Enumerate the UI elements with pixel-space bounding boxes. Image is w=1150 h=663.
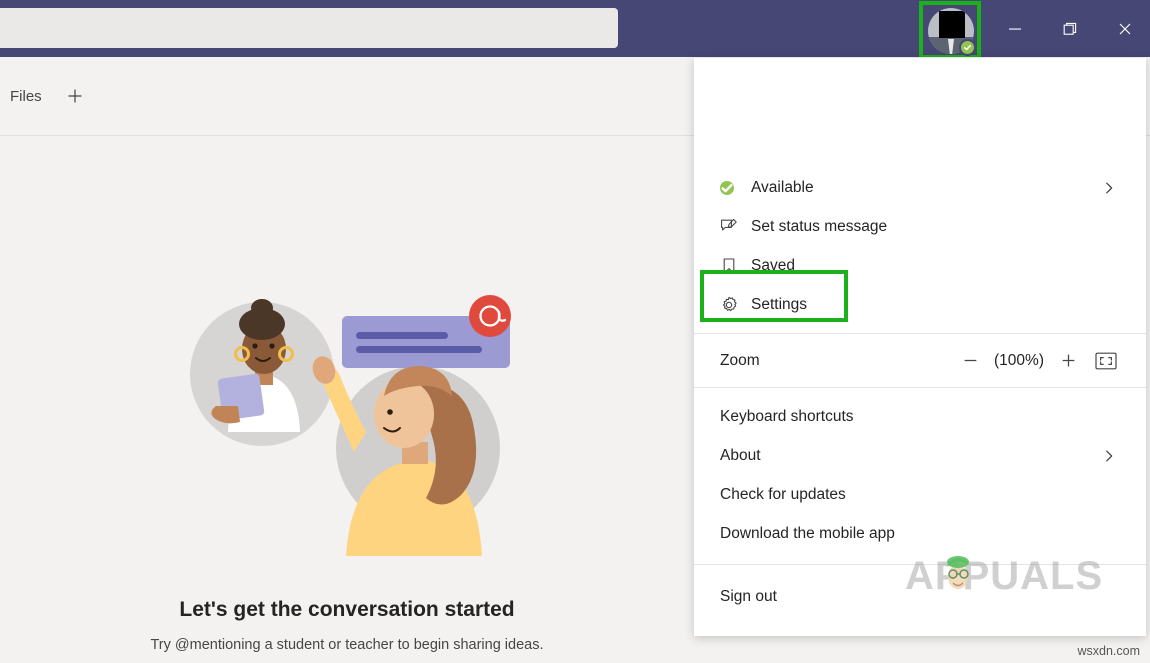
menu-item-label: Settings [751, 296, 807, 314]
avatar-redaction [939, 11, 965, 38]
fullscreen-icon [1095, 352, 1117, 370]
zoom-controls: (100%) [952, 346, 1126, 376]
chevron-right-icon [1102, 181, 1116, 195]
add-tab-button[interactable] [64, 85, 86, 107]
status-message-icon [720, 217, 746, 237]
tab-files[interactable]: Files [10, 88, 42, 105]
chevron-right-icon [1102, 449, 1116, 463]
menu-item-keyboard-shortcuts[interactable]: Keyboard shortcuts [694, 397, 1146, 436]
menu-item-label: About [720, 447, 761, 465]
zoom-out-button[interactable] [952, 346, 988, 376]
menu-divider [694, 564, 1146, 565]
bookmark-icon [720, 256, 746, 276]
menu-item-about[interactable]: About [694, 436, 1146, 475]
fullscreen-button[interactable] [1086, 346, 1126, 376]
menu-item-saved[interactable]: Saved [694, 246, 1146, 285]
menu-item-label: Saved [751, 257, 795, 275]
minus-icon [962, 352, 979, 369]
site-credit: wsxdn.com [1077, 644, 1140, 658]
main-content: Let's get the conversation started Try @… [0, 136, 694, 663]
minimize-button[interactable] [992, 0, 1038, 57]
page-subtitle: Try @mentioning a student or teacher to … [0, 637, 694, 653]
presence-available-badge [959, 39, 976, 56]
minimize-icon [1007, 21, 1023, 37]
menu-divider [694, 387, 1146, 388]
search-input[interactable] [0, 8, 618, 48]
zoom-row: Zoom (100%) [694, 334, 1146, 387]
menu-item-sign-out[interactable]: Sign out [694, 577, 1146, 616]
menu-item-download-mobile-app[interactable]: Download the mobile app [694, 514, 1146, 553]
menu-item-settings[interactable]: Settings [694, 285, 1146, 324]
menu-item-label: Set status message [751, 218, 887, 236]
profile-menu: Available Set status message [694, 58, 1146, 636]
maximize-button[interactable] [1047, 0, 1093, 57]
menu-item-set-status-message[interactable]: Set status message [694, 207, 1146, 246]
avatar-highlight [919, 1, 981, 59]
menu-item-check-for-updates[interactable]: Check for updates [694, 475, 1146, 514]
zoom-label: Zoom [720, 352, 760, 370]
presence-available-icon [720, 178, 746, 198]
close-icon [1117, 21, 1133, 37]
close-button[interactable] [1102, 0, 1148, 57]
maximize-icon [1062, 21, 1078, 37]
zoom-in-button[interactable] [1050, 346, 1086, 376]
plus-icon [1060, 352, 1077, 369]
menu-header-space [694, 58, 1146, 160]
page-title: Let's get the conversation started [0, 598, 694, 622]
search-box[interactable] [0, 8, 618, 48]
plus-icon [66, 87, 84, 105]
empty-state-illustration [150, 266, 570, 556]
menu-item-available[interactable]: Available [694, 168, 1146, 207]
gear-icon [720, 295, 746, 315]
zoom-level: (100%) [988, 352, 1050, 370]
app-window: Files [0, 0, 1150, 663]
menu-item-label: Keyboard shortcuts [720, 408, 854, 426]
menu-item-label: Check for updates [720, 486, 846, 504]
menu-item-label: Available [751, 179, 814, 197]
title-bar [0, 0, 1150, 57]
menu-item-label: Download the mobile app [720, 525, 895, 543]
menu-item-label: Sign out [720, 588, 777, 606]
